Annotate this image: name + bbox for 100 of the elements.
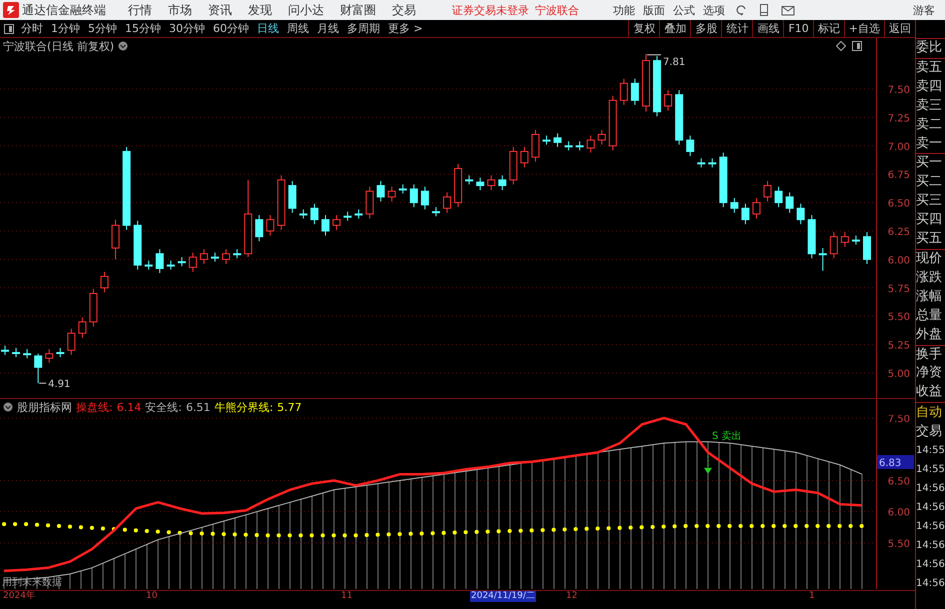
period-tab[interactable]: 1分钟 [47,21,84,36]
quote-label: 买四 [916,211,943,230]
period-tab[interactable]: 更多 > [384,21,427,36]
period-tab[interactable]: 日线 [253,21,283,36]
legend-label: 牛熊分界线: [214,400,274,414]
dropdown-icon[interactable] [118,41,128,51]
quote-label: 卖二 [916,116,943,134]
menu-item[interactable]: 功能 [613,2,635,18]
trade-time: 14:56 [916,558,945,572]
current-value-label: 6.83 [877,455,914,469]
high-price-label: 7.81 [662,56,686,68]
axis-label: 6.50 [888,198,910,210]
legend-label: 安全线: [145,400,182,414]
low-price-label: 4.91 [48,379,70,390]
toolbar-button[interactable]: 多股 [690,20,722,37]
mail-icon[interactable] [781,4,795,16]
period-tab[interactable]: 60分钟 [209,21,253,36]
toolbar-button[interactable]: 标记 [812,20,844,37]
period-tab[interactable]: 周线 [283,21,313,36]
date-label: 12 [565,591,578,602]
trade-time: 14:56 [916,501,945,516]
quote-label: 换手 [916,346,943,364]
menu-item[interactable]: 版面 [643,2,665,18]
panel-toggle-icon[interactable] [4,24,14,34]
toolbar-button[interactable]: 返回 [884,20,915,37]
trade-time: 14:55 [916,444,945,458]
period-tab[interactable]: 月线 [313,21,343,36]
quote-label: 净资 [916,364,943,382]
quote-label: 涨跌 [916,268,943,287]
toolbar-button[interactable]: 叠加 [659,20,690,37]
menu-item[interactable]: 资讯 [208,2,232,18]
status-notice[interactable]: 宁波联合 [535,2,579,18]
axis-label: 7.50 [888,415,910,426]
menu-item[interactable]: 市场 [168,2,192,18]
menu-item[interactable]: 问小达 [288,2,324,18]
legend-value: 5.77 [277,400,302,414]
legend-label: 操盘线: [76,400,113,414]
menu-item[interactable]: 交易 [392,2,416,18]
quote-label: 卖四 [916,78,943,96]
legend-value: 6.51 [186,400,210,414]
trade-time: 14:55 [916,463,945,478]
period-tab[interactable]: 30分钟 [165,21,209,36]
quote-label: 卖五 [916,58,943,77]
diamond-icon[interactable] [836,41,846,51]
signal-label: S 卖出 [712,430,742,442]
app-logo-icon [3,2,19,18]
trade-tab[interactable]: 交易 [916,422,945,442]
refresh-icon[interactable] [735,4,747,16]
axis-label: 6.50 [888,476,910,488]
axis-label: 7.00 [888,142,910,153]
date-label: 2024年 [2,591,36,602]
toolbar-button[interactable]: 统计 [721,20,752,37]
axis-label: 5.25 [888,340,910,352]
quote-label: 委比 [916,39,943,57]
axis-label: 6.00 [888,508,910,519]
app-name: 通达信金融终端 [22,2,106,18]
quote-label: 买五 [916,230,943,248]
user-name[interactable]: 游客 [913,2,935,18]
period-tab[interactable]: 15分钟 [121,21,165,36]
quote-label: 现价 [916,250,943,268]
menu-item[interactable]: 公式 [673,2,695,18]
menu-item[interactable]: 发现 [248,2,272,18]
toolbar-button[interactable]: F10 [783,20,813,37]
trade-time: 14:56 [916,539,945,554]
axis-label: 5.00 [888,369,910,380]
date-label: 10 [145,591,158,602]
menu-item[interactable]: 行情 [128,2,152,18]
legend-value: 6.14 [116,400,142,414]
trade-time: 14:56 [916,520,945,534]
chart-title: 宁波联合(日线 前复权) [3,38,114,54]
toolbar-button[interactable]: 复权 [628,20,660,37]
period-tab[interactable]: 多周期 [343,21,384,36]
quote-label: 买二 [916,173,943,192]
quote-label: 卖一 [916,134,943,153]
toolbar-button[interactable]: +自选 [844,20,884,37]
axis-label: 7.50 [888,85,910,96]
axis-label: 5.50 [888,538,910,550]
axis-label: 6.25 [888,227,910,238]
date-label: 2024/11/19/二 [470,591,536,602]
menu-item[interactable]: 财富圈 [340,2,376,18]
phone-icon[interactable] [759,4,769,16]
period-tab[interactable]: 分时 [17,21,47,36]
quote-label: 卖三 [916,96,943,115]
axis-label: 6.00 [888,255,910,266]
trade-time: 14:56 [916,577,945,592]
quote-label: 外盘 [916,326,943,344]
panel-toggle-icon[interactable] [852,41,862,51]
toolbar-button[interactable]: 画线 [752,20,784,37]
axis-label: 5.50 [888,312,910,324]
axis-label: 7.25 [888,113,910,124]
status-notice[interactable]: 证券交易未登录 [452,2,529,18]
menu-item[interactable]: 选项 [703,2,725,18]
dropdown-icon[interactable] [3,402,13,412]
axis-label: 5.75 [888,284,910,295]
trade-tab[interactable]: 自动 [916,403,945,422]
indicator-name: 股朋指标网 [17,400,72,414]
axis-label: 6.75 [888,170,910,182]
period-tab[interactable]: 5分钟 [84,21,121,36]
quote-label: 涨幅 [916,288,943,306]
trade-time: 14:56 [916,482,945,496]
